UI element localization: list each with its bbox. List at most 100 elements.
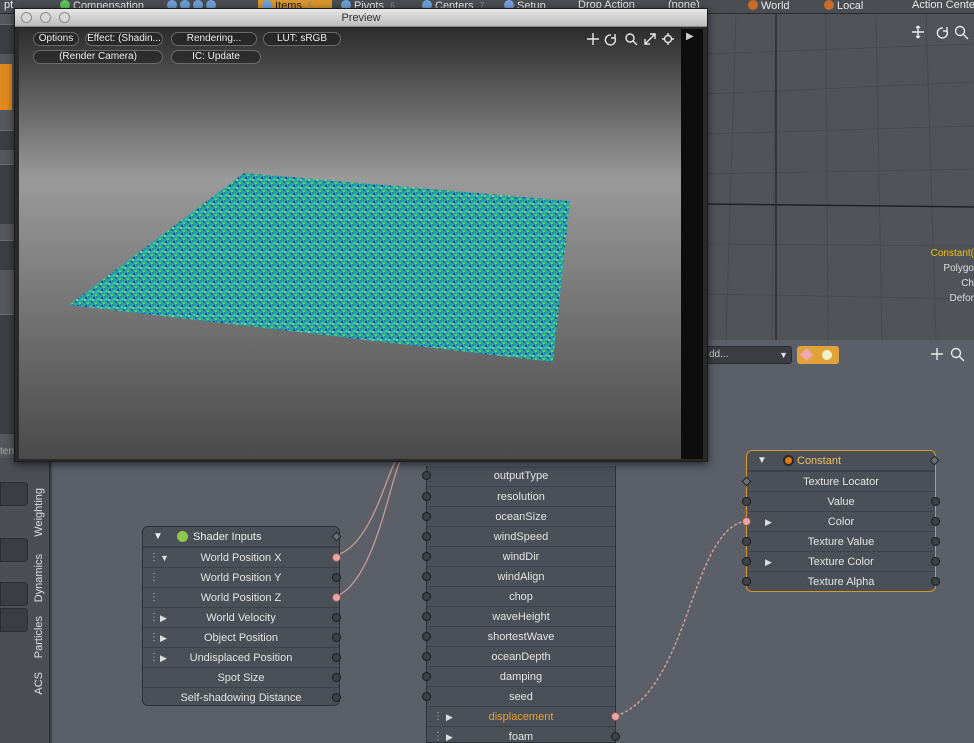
move-icon[interactable] [931,348,943,360]
world-button[interactable]: World [744,0,816,13]
input-port[interactable] [422,672,431,681]
tool-panel[interactable] [0,314,14,434]
ocean-texture-node[interactable]: outputType resolution oceanSize windSpee… [422,466,620,743]
node-header[interactable]: ▼ Constant [747,451,940,471]
input-port[interactable] [422,652,431,661]
rotate-icon[interactable] [604,34,617,46]
output-port[interactable] [931,497,940,506]
zoom-icon[interactable] [625,33,638,46]
active-tool-indicator[interactable] [0,64,12,110]
preview-render-area[interactable]: Options Effect: (Shadin... Rendering... … [19,29,703,459]
property-field[interactable] [0,482,28,506]
node-row[interactable]: ⋮ ▶ Object Position [143,627,341,648]
input-port[interactable] [422,492,431,501]
tool-panel[interactable] [0,24,14,54]
rendering-button[interactable]: Rendering... [171,32,257,46]
ic-update-button[interactable]: IC: Update [171,50,261,64]
node-row[interactable]: ⋮ ▶ foam [427,726,620,743]
input-port[interactable] [742,517,751,526]
drag-handle-icon[interactable]: ⋮ [149,588,159,608]
node-row[interactable]: ▶ Color [742,511,940,532]
drag-handle-icon[interactable]: ⋮ [149,548,159,568]
move-icon[interactable] [912,25,924,39]
node-row[interactable]: damping [422,666,615,686]
lut-button[interactable]: LUT: sRGB [263,32,341,46]
property-field[interactable] [0,538,28,562]
input-port[interactable] [422,632,431,641]
drag-handle-icon[interactable]: ⋮ [433,707,443,727]
tool-panel[interactable] [0,240,14,270]
zoom-icon[interactable] [954,25,969,40]
node-row[interactable]: ▶ Texture Color [742,551,940,572]
gear-icon[interactable] [662,33,674,45]
minimize-window-icon[interactable] [40,12,51,23]
input-port[interactable] [742,537,751,546]
node-row[interactable]: ⋮ ▶ Undisplaced Position [143,647,341,668]
output-port[interactable] [332,613,341,622]
input-port[interactable] [742,577,751,586]
output-port[interactable] [332,593,341,602]
node-row[interactable]: oceanSize [422,506,615,526]
node-row[interactable]: outputType [422,466,615,486]
expand-triangle-icon[interactable]: ▶ [446,727,453,743]
node-row[interactable]: Self-shadowing Distance [143,687,341,707]
node-row[interactable]: ⋮ World Position Y [143,567,341,588]
action-center-button[interactable]: Action Cente [908,0,974,13]
node-row[interactable]: ⋮ ▶ displacement [427,706,620,727]
expand-panel-icon[interactable]: ▶ [686,31,694,42]
node-row[interactable]: ⋮ ▶ World Velocity [143,607,341,627]
input-port[interactable] [422,612,431,621]
drag-handle-icon[interactable]: ⋮ [149,628,159,648]
input-port[interactable] [422,592,431,601]
render-view[interactable]: Options Effect: (Shadin... Rendering... … [19,29,681,459]
node-add-dropdown[interactable]: dd... ▼ [706,346,792,364]
tab-dynamics[interactable]: Dynamics [33,554,45,602]
output-port[interactable] [332,553,341,562]
node-row[interactable]: Texture Value [742,531,940,551]
constant-node[interactable]: ▼ Constant Texture Locator Value ▶ Color … [741,450,940,592]
preview-window[interactable]: Preview Options Effect: (Shadin... Rende… [14,8,708,462]
drag-handle-icon[interactable]: ⋮ [149,648,159,668]
camera-button[interactable]: (Render Camera) [33,50,163,64]
output-port[interactable] [332,653,341,662]
collapse-triangle-icon[interactable]: ▼ [153,527,163,547]
node-row[interactable]: Texture Alpha [742,571,940,591]
input-port[interactable] [422,552,431,561]
options-button[interactable]: Options [33,32,79,46]
zoom-icon[interactable] [950,347,965,362]
tab-acs[interactable]: ACS [33,672,45,695]
input-port[interactable] [422,532,431,541]
output-port[interactable] [332,693,341,702]
node-row[interactable]: shortestWave [422,626,615,646]
collapse-triangle-icon[interactable]: ▼ [160,548,169,568]
node-row[interactable]: resolution [422,486,615,506]
fit-icon[interactable] [644,33,656,45]
drag-handle-icon[interactable]: ⋮ [433,727,443,743]
input-port[interactable] [422,471,431,480]
output-port[interactable] [332,673,341,682]
node-color-swatches[interactable] [797,346,839,364]
output-port[interactable] [931,537,940,546]
tab-particles[interactable]: Particles [33,616,45,658]
output-port[interactable] [332,573,341,582]
expand-triangle-icon[interactable]: ▶ [765,552,772,572]
node-row[interactable]: Value [742,491,940,511]
move-icon[interactable] [587,33,599,45]
input-port[interactable] [742,557,751,566]
input-port[interactable] [422,692,431,701]
node-row[interactable]: Spot Size [143,667,341,687]
drag-handle-icon[interactable]: ⋮ [149,568,159,588]
input-port[interactable] [742,497,751,506]
collapse-triangle-icon[interactable]: ▼ [757,451,767,471]
node-row[interactable]: windDir [422,546,615,566]
diamond-swatch-icon[interactable] [800,348,813,361]
node-row[interactable]: waveHeight [422,606,615,626]
input-port[interactable] [422,512,431,521]
expand-triangle-icon[interactable]: ▶ [446,707,453,727]
output-port[interactable] [611,712,620,721]
expand-triangle-icon[interactable]: ▶ [160,648,167,668]
node-row[interactable]: chop [422,586,615,606]
node-row[interactable]: ⋮ World Position Z [143,587,341,608]
expand-triangle-icon[interactable]: ▶ [765,512,772,532]
output-port[interactable] [931,577,940,586]
